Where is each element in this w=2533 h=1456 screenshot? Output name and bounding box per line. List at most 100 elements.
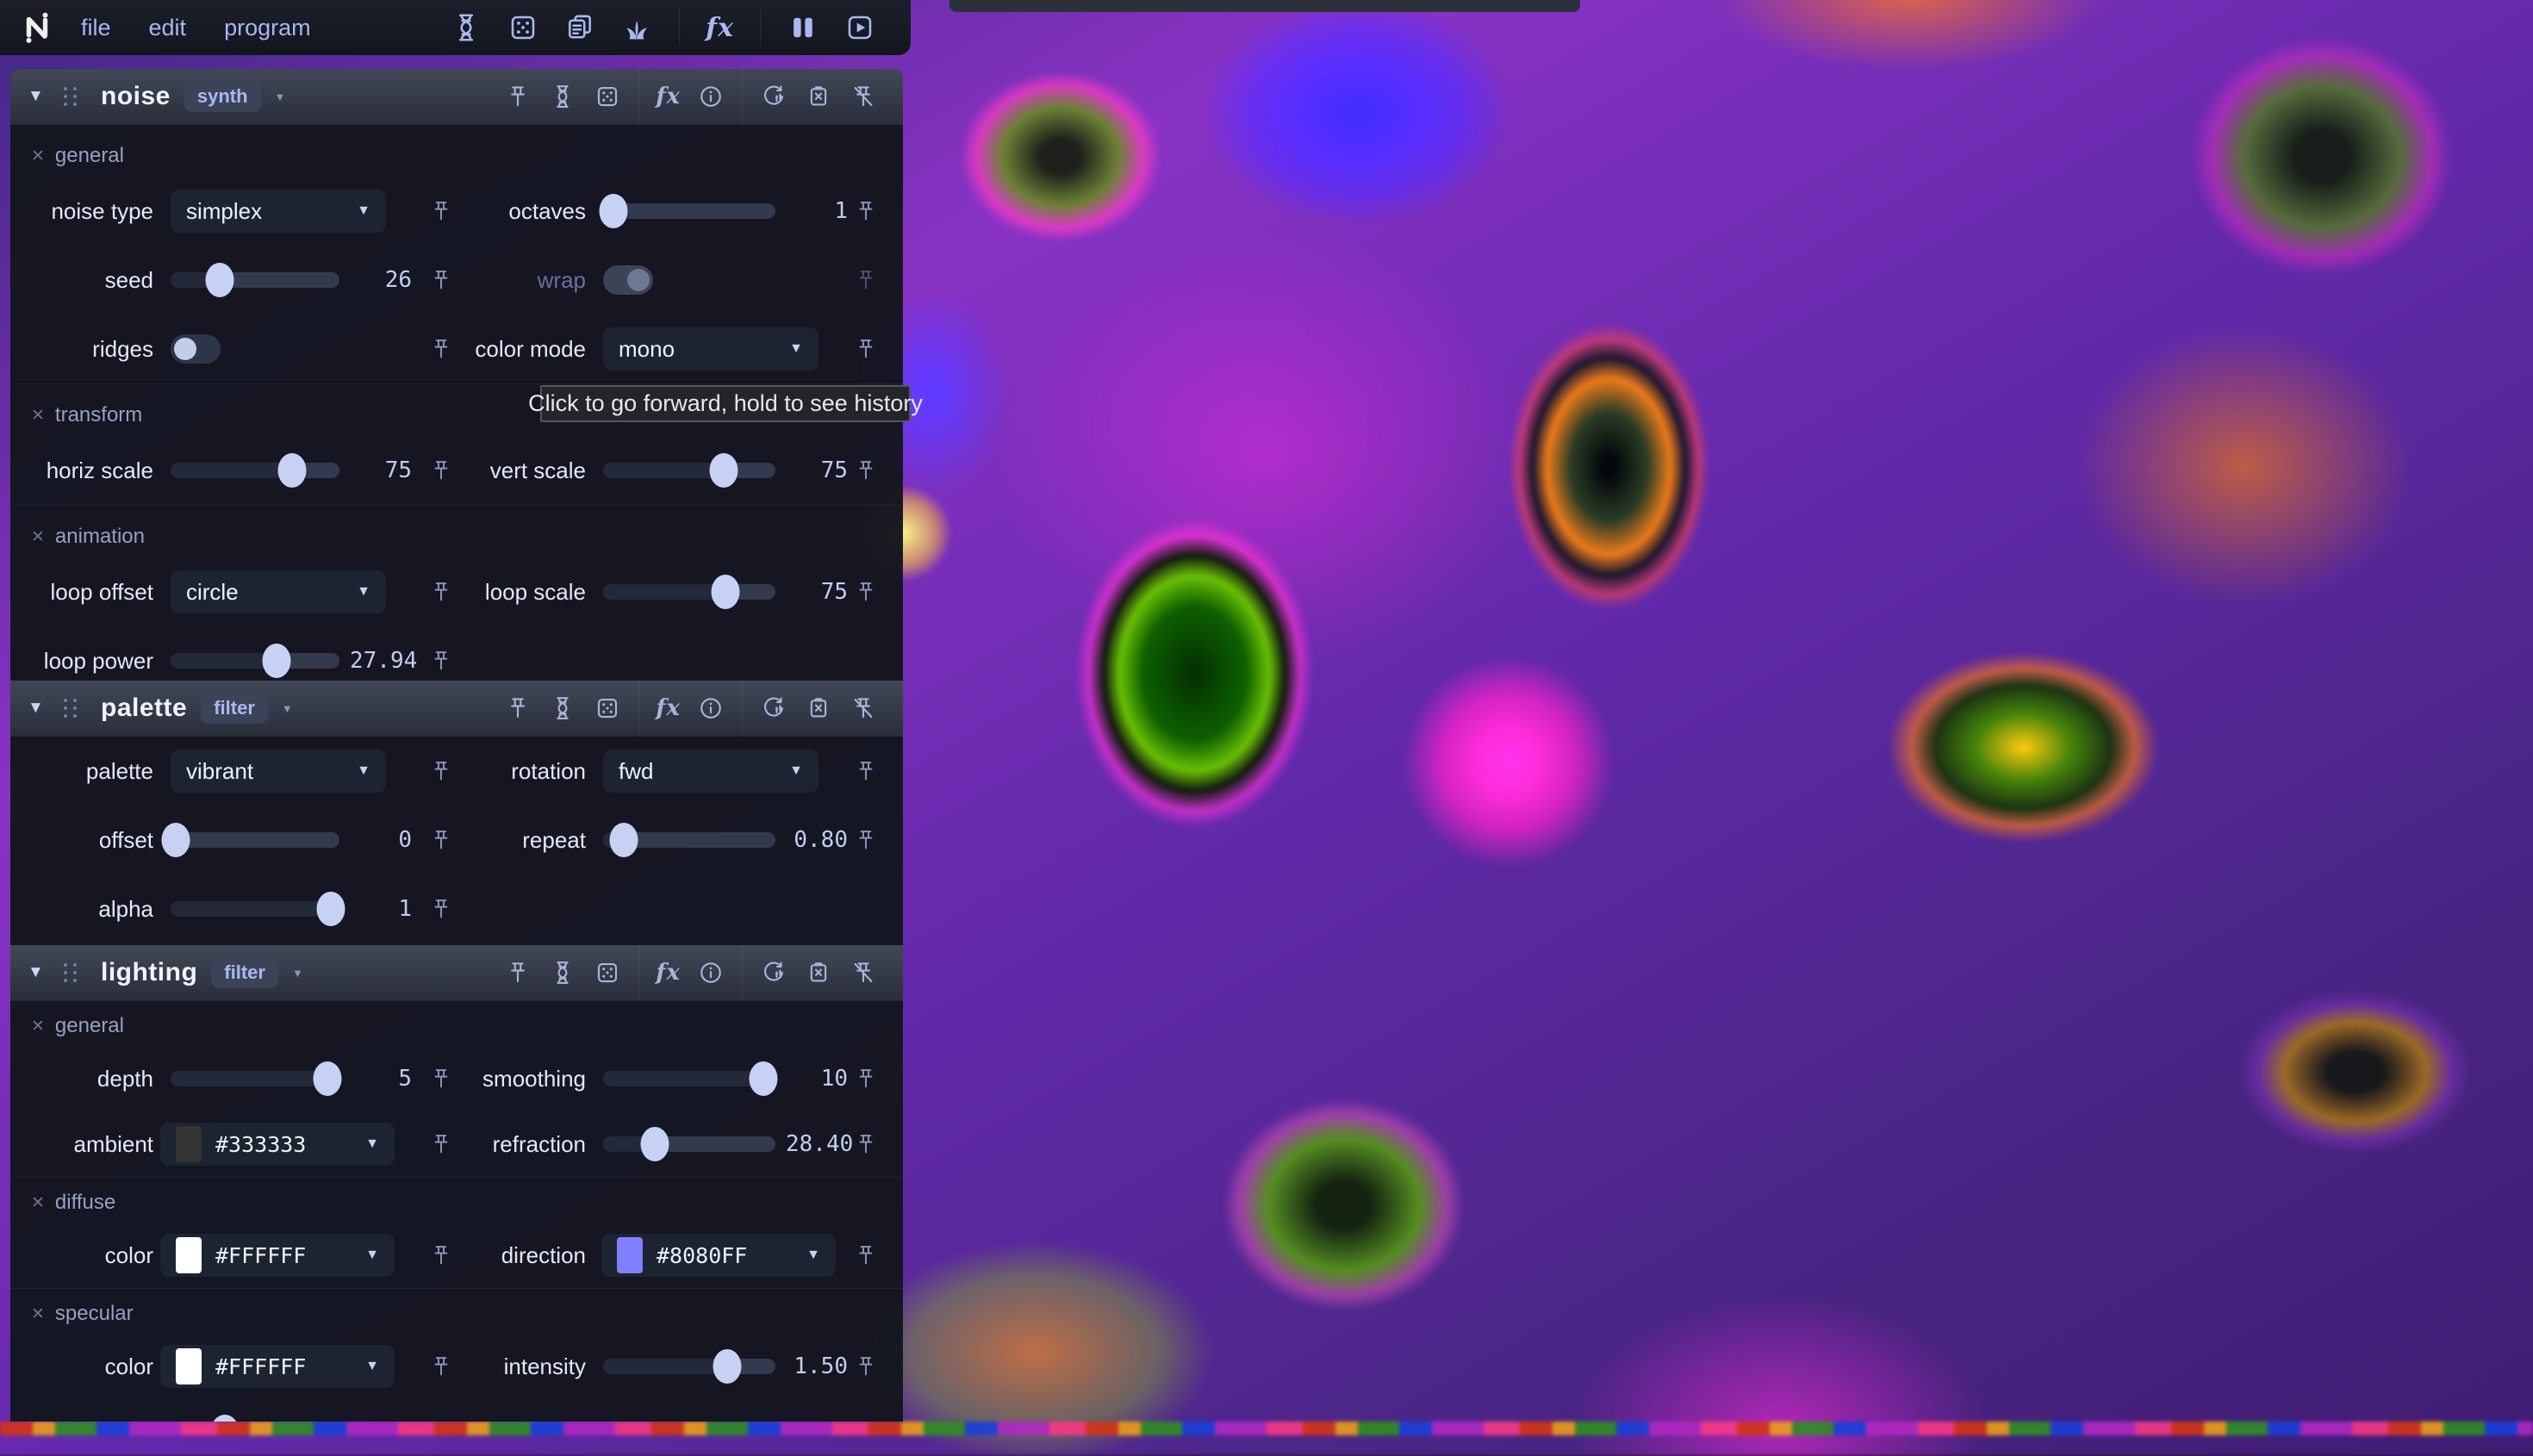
dice-icon[interactable]	[507, 12, 538, 43]
fx-icon[interactable]: fx	[648, 960, 688, 986]
drag-handle-icon[interactable]	[64, 699, 77, 718]
collapse-icon[interactable]: ▼	[28, 699, 53, 718]
history-icon[interactable]	[761, 960, 787, 986]
pin-icon[interactable]	[429, 458, 453, 482]
offset-slider[interactable]	[171, 832, 339, 848]
dna-icon[interactable]	[550, 695, 576, 721]
clear-icon[interactable]	[806, 960, 831, 986]
alpha-slider[interactable]	[171, 901, 339, 917]
play-icon[interactable]	[844, 12, 875, 43]
grass-icon[interactable]	[621, 12, 652, 43]
dna-icon[interactable]	[550, 84, 576, 109]
rotation-dropdown[interactable]: fwd ▼	[603, 750, 818, 793]
noise-type-dropdown[interactable]: simplex ▼	[171, 190, 386, 233]
pin-icon[interactable]	[429, 580, 453, 604]
pin-icon[interactable]	[854, 580, 878, 604]
collapse-icon[interactable]: ▼	[28, 963, 53, 982]
vert-scale-slider[interactable]	[603, 463, 775, 478]
pin-icon[interactable]	[854, 268, 878, 292]
info-icon[interactable]	[698, 695, 724, 721]
pin-icon[interactable]	[505, 960, 531, 986]
pin-icon[interactable]	[429, 1132, 453, 1156]
loop-offset-dropdown[interactable]: circle ▼	[171, 570, 386, 613]
fx-icon[interactable]: fx	[648, 84, 688, 109]
octaves-slider[interactable]	[603, 203, 775, 219]
pin-icon[interactable]	[505, 84, 531, 109]
duplicate-pages-icon[interactable]	[564, 12, 595, 43]
dna-icon[interactable]	[550, 960, 576, 986]
unpin-all-icon[interactable]	[850, 695, 876, 721]
pin-icon[interactable]	[854, 458, 878, 482]
history-icon[interactable]	[761, 695, 787, 721]
seed-slider[interactable]	[171, 272, 339, 288]
pin-icon[interactable]	[429, 1420, 453, 1422]
direction-color-dropdown[interactable]: #8080FF ▼	[601, 1234, 836, 1277]
pin-icon[interactable]	[429, 1354, 453, 1378]
pin-icon[interactable]	[429, 759, 453, 783]
depth-slider[interactable]	[171, 1071, 339, 1086]
control-value: 26	[350, 267, 412, 293]
pin-icon[interactable]	[429, 649, 453, 673]
drag-handle-icon[interactable]	[64, 963, 77, 982]
clear-icon[interactable]	[806, 84, 831, 109]
pin-icon[interactable]	[429, 897, 453, 921]
menu-edit[interactable]: edit	[130, 15, 206, 41]
loop-scale-slider[interactable]	[603, 584, 775, 600]
dice-icon[interactable]	[594, 960, 620, 986]
dice-icon[interactable]	[594, 84, 620, 109]
menu-program[interactable]: program	[205, 15, 330, 41]
palette-dropdown[interactable]: vibrant ▼	[171, 750, 386, 793]
section-close-icon[interactable]: ✕	[31, 1017, 45, 1036]
info-icon[interactable]	[698, 84, 724, 109]
unpin-all-icon[interactable]	[850, 960, 876, 986]
loop-power-slider[interactable]	[171, 653, 339, 669]
unpin-all-icon[interactable]	[850, 84, 876, 109]
horiz-scale-slider[interactable]	[171, 463, 339, 478]
badge-caret-icon[interactable]: ▼	[292, 967, 303, 980]
fx-icon[interactable]: fx	[694, 13, 746, 43]
section-close-icon[interactable]: ✕	[31, 146, 45, 166]
intensity-slider[interactable]	[603, 1359, 775, 1374]
diffuse-color-dropdown[interactable]: #FFFFFF ▼	[160, 1234, 395, 1277]
pin-icon[interactable]	[429, 1067, 453, 1091]
badge-caret-icon[interactable]: ▼	[275, 90, 286, 103]
pin-icon[interactable]	[429, 199, 453, 223]
info-icon[interactable]	[698, 960, 724, 986]
badge-caret-icon[interactable]: ▼	[282, 702, 293, 715]
smoothing-slider[interactable]	[603, 1071, 775, 1086]
section-close-icon[interactable]: ✕	[31, 406, 45, 426]
drag-handle-icon[interactable]	[64, 87, 77, 106]
pin-icon[interactable]	[429, 828, 453, 852]
pin-icon[interactable]	[854, 1354, 878, 1378]
section-close-icon[interactable]: ✕	[31, 1304, 45, 1324]
repeat-slider[interactable]	[603, 832, 775, 848]
pin-icon[interactable]	[429, 337, 453, 361]
split-columns-icon[interactable]	[787, 12, 818, 43]
menu-file[interactable]: file	[62, 15, 130, 41]
randomize-dna-icon[interactable]	[451, 12, 482, 43]
section-close-icon[interactable]: ✕	[31, 1193, 45, 1213]
refraction-slider[interactable]	[603, 1136, 775, 1152]
ambient-color-dropdown[interactable]: #333333 ▼	[160, 1123, 395, 1166]
pin-icon[interactable]	[854, 199, 878, 223]
row: seed 26 wrap	[10, 246, 903, 314]
dice-icon[interactable]	[594, 695, 620, 721]
pin-icon[interactable]	[854, 337, 878, 361]
app-logo-icon[interactable]	[21, 11, 53, 44]
pin-icon[interactable]	[854, 1243, 878, 1267]
fx-icon[interactable]: fx	[648, 695, 688, 721]
specular-color-dropdown[interactable]: #FFFFFF ▼	[160, 1345, 395, 1388]
collapse-icon[interactable]: ▼	[28, 87, 53, 106]
clear-icon[interactable]	[806, 695, 831, 721]
pin-icon[interactable]	[429, 268, 453, 292]
pin-icon[interactable]	[854, 1067, 878, 1091]
pin-icon[interactable]	[854, 828, 878, 852]
color-mode-dropdown[interactable]: mono ▼	[603, 327, 818, 370]
pin-icon[interactable]	[505, 695, 531, 721]
pin-icon[interactable]	[854, 759, 878, 783]
ridges-toggle[interactable]	[171, 334, 221, 364]
section-close-icon[interactable]: ✕	[31, 527, 45, 547]
history-icon[interactable]	[761, 84, 787, 109]
pin-icon[interactable]	[854, 1132, 878, 1156]
pin-icon[interactable]	[429, 1243, 453, 1267]
